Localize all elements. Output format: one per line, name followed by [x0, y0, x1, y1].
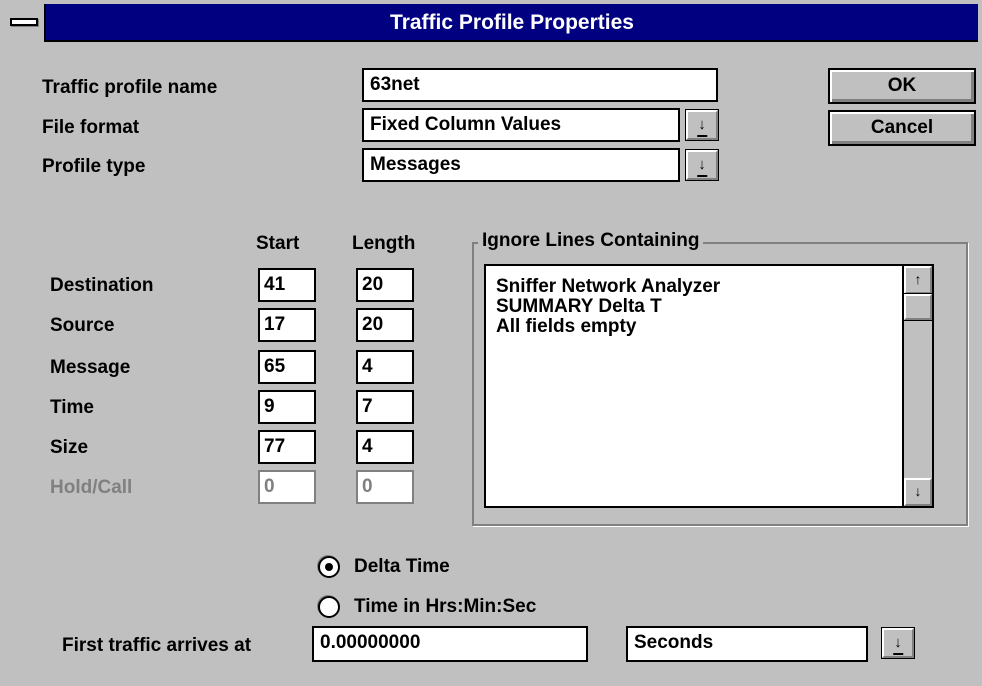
destination-label: Destination	[50, 275, 154, 296]
system-menu-icon[interactable]	[4, 4, 46, 42]
delta-time-radio[interactable]	[318, 556, 340, 578]
scroll-up-arrow-icon[interactable]: ↑	[904, 266, 932, 294]
hold-call-start-input: 0	[258, 470, 316, 504]
size-length-input[interactable]: 4	[356, 430, 414, 464]
ignore-lines-list[interactable]: Sniffer Network Analyzer SUMMARY Delta T…	[484, 264, 934, 508]
ignore-lines-group-label: Ignore Lines Containing	[478, 230, 704, 252]
message-length-input[interactable]: 4	[356, 350, 414, 384]
source-start-input[interactable]: 17	[258, 308, 316, 342]
message-start-input[interactable]: 65	[258, 350, 316, 384]
title-bar[interactable]: Traffic Profile Properties	[4, 4, 978, 42]
hold-call-label: Hold/Call	[50, 477, 133, 498]
message-label: Message	[50, 357, 131, 378]
cancel-button[interactable]: Cancel	[828, 110, 976, 146]
profile-name-input[interactable]: 63net	[362, 68, 718, 102]
hms-time-radio[interactable]	[318, 596, 340, 618]
time-label: Time	[50, 397, 95, 418]
list-item[interactable]: Sniffer Network Analyzer	[496, 276, 720, 298]
profile-type-select[interactable]: Messages	[362, 148, 680, 182]
length-column-header: Length	[352, 233, 416, 254]
traffic-profile-dialog: Traffic Profile Properties Traffic profi…	[0, 0, 982, 686]
source-label: Source	[50, 315, 115, 336]
profile-name-label: Traffic profile name	[42, 77, 218, 98]
time-length-input[interactable]: 7	[356, 390, 414, 424]
time-unit-select[interactable]: Seconds	[626, 626, 868, 662]
delta-time-label[interactable]: Delta Time	[354, 555, 450, 579]
dropdown-arrow-icon[interactable]: ↓	[685, 109, 719, 141]
start-column-header: Start	[256, 233, 300, 254]
dropdown-arrow-icon[interactable]: ↓	[685, 149, 719, 181]
dropdown-arrow-icon[interactable]: ↓	[881, 627, 915, 659]
file-format-label: File format	[42, 117, 140, 138]
source-length-input[interactable]: 20	[356, 308, 414, 342]
size-start-input[interactable]: 77	[258, 430, 316, 464]
scroll-thumb[interactable]	[903, 293, 933, 321]
list-item[interactable]: All fields empty	[496, 316, 636, 338]
ok-button[interactable]: OK	[828, 68, 976, 104]
time-start-input[interactable]: 9	[258, 390, 316, 424]
first-traffic-input[interactable]: 0.00000000	[312, 626, 588, 662]
ignore-lines-scrollbar[interactable]: ↑ ↓	[902, 266, 933, 506]
hold-call-length-input: 0	[356, 470, 414, 504]
destination-start-input[interactable]: 41	[258, 268, 316, 302]
size-label: Size	[50, 437, 89, 458]
first-traffic-label: First traffic arrives at	[62, 635, 252, 656]
scroll-down-arrow-icon[interactable]: ↓	[904, 478, 932, 506]
destination-length-input[interactable]: 20	[356, 268, 414, 302]
list-item[interactable]: SUMMARY Delta T	[496, 296, 662, 318]
hms-time-label[interactable]: Time in Hrs:Min:Sec	[354, 595, 536, 619]
profile-type-label: Profile type	[42, 156, 146, 177]
file-format-select[interactable]: Fixed Column Values	[362, 108, 680, 142]
window-title: Traffic Profile Properties	[390, 11, 634, 34]
